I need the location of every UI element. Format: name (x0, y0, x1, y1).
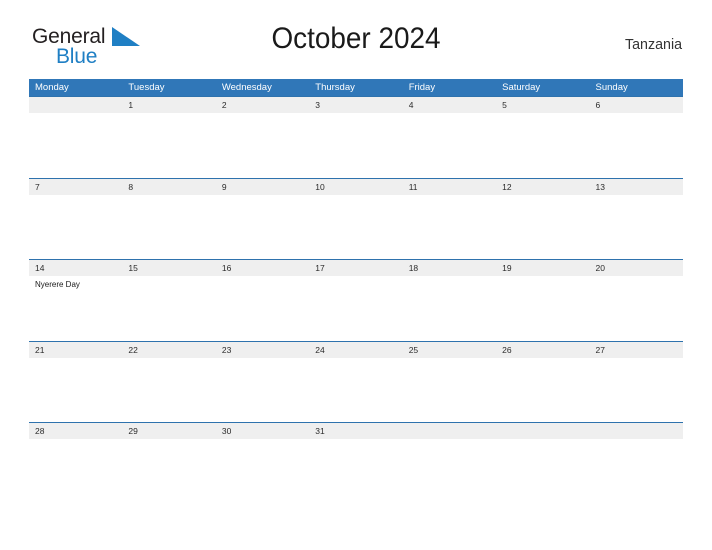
date-number[interactable]: 10 (309, 179, 402, 195)
date-number[interactable]: 18 (403, 260, 496, 276)
date-number[interactable]: 15 (122, 260, 215, 276)
day-cell[interactable] (122, 439, 215, 503)
date-number[interactable]: 11 (403, 179, 496, 195)
day-cell[interactable] (122, 113, 215, 177)
day-cell[interactable] (590, 276, 683, 340)
day-cell[interactable] (309, 276, 402, 340)
date-number[interactable]: 17 (309, 260, 402, 276)
weekday-header-thursday: Thursday (315, 82, 355, 93)
day-cell[interactable] (216, 358, 309, 422)
day-cell[interactable] (496, 358, 589, 422)
day-cell[interactable] (122, 195, 215, 259)
day-cell[interactable] (496, 276, 589, 340)
date-number[interactable]: 6 (590, 97, 683, 113)
date-number-strip: 14 15 16 17 18 19 20 (29, 260, 683, 276)
day-cell[interactable] (122, 358, 215, 422)
day-cell[interactable] (29, 358, 122, 422)
day-cell[interactable] (29, 439, 122, 503)
day-cell[interactable] (496, 439, 589, 503)
date-number[interactable] (403, 423, 496, 439)
day-cell[interactable] (216, 276, 309, 340)
day-body-strip: Nyerere Day (29, 276, 683, 340)
date-number[interactable]: 13 (590, 179, 683, 195)
day-cell[interactable] (309, 113, 402, 177)
date-number[interactable] (496, 423, 589, 439)
date-number[interactable]: 12 (496, 179, 589, 195)
date-number-strip: 1 2 3 4 5 6 (29, 97, 683, 113)
day-cell[interactable] (496, 195, 589, 259)
week-row: 14 15 16 17 18 19 20 Nyerere Day (29, 259, 683, 341)
date-number[interactable]: 14 (29, 260, 122, 276)
date-number[interactable]: 22 (122, 342, 215, 358)
day-body-strip (29, 194, 683, 259)
day-cell[interactable] (403, 113, 496, 177)
weekday-header-wednesday: Wednesday (221, 82, 272, 93)
date-number[interactable]: 7 (29, 179, 122, 195)
day-body-strip (29, 357, 683, 422)
date-number[interactable]: 26 (496, 342, 589, 358)
day-cell[interactable] (590, 195, 683, 259)
day-cell[interactable] (29, 195, 122, 259)
day-cell[interactable] (403, 195, 496, 259)
weekday-header-tuesday: Tuesday (128, 82, 165, 93)
date-number-strip: 21 22 23 24 25 26 27 (29, 341, 683, 358)
date-number-strip: 7 8 9 10 11 12 13 (29, 178, 683, 195)
calendar-grid: Monday Tuesday Wednesday Thursday Friday… (29, 79, 683, 504)
date-number[interactable]: 2 (216, 97, 309, 113)
day-cell[interactable] (122, 276, 215, 340)
weekday-header-saturday: Saturday (502, 82, 541, 93)
week-row: 7 8 9 10 11 12 13 (29, 177, 683, 260)
weekday-header-sunday: Sunday (595, 82, 628, 93)
day-cell[interactable] (590, 358, 683, 422)
date-number[interactable] (590, 423, 683, 439)
date-number[interactable] (29, 97, 122, 113)
date-number[interactable]: 27 (590, 342, 683, 358)
date-number[interactable]: 23 (216, 342, 309, 358)
event-label: Nyerere Day (35, 280, 80, 289)
week-row: 1 2 3 4 5 6 (29, 96, 683, 178)
day-cell[interactable] (309, 439, 402, 503)
date-number[interactable]: 8 (122, 179, 215, 195)
date-number[interactable]: 29 (122, 423, 215, 439)
day-cell[interactable] (216, 439, 309, 503)
date-number[interactable]: 9 (216, 179, 309, 195)
day-cell[interactable] (403, 358, 496, 422)
weekday-header-friday: Friday (408, 82, 436, 93)
day-cell[interactable] (403, 439, 496, 503)
weekday-header-row: Monday Tuesday Wednesday Thursday Friday… (29, 79, 683, 96)
date-number[interactable]: 31 (309, 423, 402, 439)
day-cell[interactable] (590, 439, 683, 503)
date-number-strip: 28 29 30 31 (29, 423, 683, 439)
date-number[interactable]: 28 (29, 423, 122, 439)
day-body-strip (29, 113, 683, 177)
page-header: General Blue October 2024 Tanzania (30, 0, 682, 67)
day-cell[interactable] (496, 113, 589, 177)
day-cell[interactable] (403, 276, 496, 340)
day-cell[interactable] (590, 113, 683, 177)
day-cell[interactable]: Nyerere Day (29, 276, 122, 340)
date-number[interactable]: 3 (309, 97, 402, 113)
day-body-strip (29, 439, 683, 503)
date-number[interactable]: 1 (122, 97, 215, 113)
date-number[interactable]: 25 (403, 342, 496, 358)
week-row: 28 29 30 31 (29, 422, 683, 504)
date-number[interactable]: 4 (403, 97, 496, 113)
weekday-header-monday: Monday (35, 82, 69, 93)
day-cell[interactable] (309, 358, 402, 422)
calendar-page: General Blue October 2024 Tanzania Monda… (0, 0, 712, 550)
day-cell[interactable] (216, 113, 309, 177)
week-row: 21 22 23 24 25 26 27 (29, 340, 683, 423)
region-label: Tanzania (624, 36, 682, 53)
date-number[interactable]: 20 (590, 260, 683, 276)
day-cell[interactable] (309, 195, 402, 259)
date-number[interactable]: 19 (496, 260, 589, 276)
day-cell[interactable] (29, 113, 122, 177)
day-cell[interactable] (216, 195, 309, 259)
date-number[interactable]: 30 (216, 423, 309, 439)
date-number[interactable]: 21 (29, 342, 122, 358)
date-number[interactable]: 16 (216, 260, 309, 276)
date-number[interactable]: 24 (309, 342, 402, 358)
date-number[interactable]: 5 (496, 97, 589, 113)
page-title: October 2024 (271, 22, 441, 55)
